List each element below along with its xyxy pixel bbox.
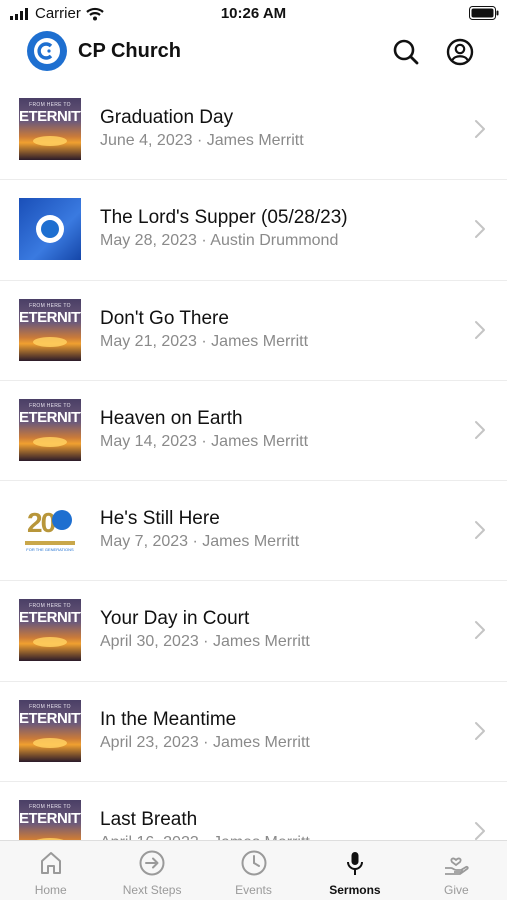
- sermon-meta: April 23, 2023 · James Merritt: [100, 733, 310, 751]
- tab-give-label: Give: [443, 883, 469, 897]
- sermon-row[interactable]: FROM HERE TOETERNITY Don't Go There May 21…: [0, 281, 507, 381]
- tab-events[interactable]: Events: [203, 841, 304, 900]
- sermon-title: He's Still Here: [100, 508, 220, 530]
- home-icon: [40, 852, 61, 874]
- anniversary-subtitle: FOR THE GENERATIONS: [26, 547, 74, 553]
- chevron-right-icon: [475, 220, 485, 239]
- anniversary-number: 20: [27, 507, 56, 539]
- sermon-artwork: FROM HERE TOETERNITY: [19, 699, 81, 762]
- chevron-right-icon: [475, 822, 485, 840]
- battery-icon: [469, 6, 499, 25]
- chevron-right-icon: [475, 621, 485, 640]
- sermon-title: In the Meantime: [100, 708, 237, 730]
- tab-events-label: Events: [235, 883, 272, 897]
- sermon-artwork: FROM HERE TOETERNITY: [19, 599, 81, 662]
- tab-home-label: Home: [34, 883, 67, 897]
- profile-icon[interactable]: [446, 38, 474, 66]
- sermon-meta: May 14, 2023 · James Merritt: [100, 432, 309, 450]
- sermon-row[interactable]: 20 FOR THE GENERATIONS He's Still Here May …: [0, 481, 507, 582]
- church-logo[interactable]: [27, 31, 67, 71]
- app-header: CP Church: [0, 28, 507, 80]
- clock-icon: [241, 850, 267, 876]
- sermon-artwork: FROM HERE TOETERNITY: [19, 298, 81, 361]
- chevron-right-icon: [475, 721, 485, 740]
- sunrise-glow: [33, 136, 67, 146]
- tab-bar: Home Next Steps Events Sermons Give: [0, 840, 507, 900]
- sermon-artwork: 20 FOR THE GENERATIONS: [19, 499, 81, 562]
- tab-home[interactable]: Home: [0, 841, 101, 900]
- artwork-title: ETERNITY: [19, 108, 81, 125]
- app-title: CP Church: [78, 40, 181, 62]
- chevron-right-icon: [475, 420, 485, 439]
- sunrise-glow: [33, 737, 67, 748]
- sermon-artwork: FROM HERE TOETERNITY: [19, 398, 81, 461]
- anniversary-banner: [25, 541, 75, 546]
- sermon-list: FROM HERE TOETERNITY Graduation Day June 4…: [0, 80, 507, 840]
- sermon-row[interactable]: The Lord's Supper (05/28/23) May 28, 2023…: [0, 180, 507, 281]
- anniversary-logo: [52, 510, 72, 531]
- sermon-title: Your Day in Court: [100, 608, 250, 630]
- status-bar: Carrier 10:26 AM: [0, 0, 507, 28]
- chevron-right-icon: [475, 120, 485, 138]
- sermon-title: Heaven on Earth: [100, 407, 243, 429]
- sunrise-glow: [33, 436, 67, 447]
- sermon-row[interactable]: FROM HERE TOETERNITY Your Day in Court Apr…: [0, 581, 507, 682]
- sunrise-glow: [33, 637, 67, 648]
- status-time: 10:26 AM: [220, 5, 287, 22]
- artwork-title: ETERNITY: [19, 609, 81, 627]
- sermon-artwork: FROM HERE TOETERNITY: [19, 800, 81, 840]
- hand-heart-icon: [445, 857, 469, 875]
- microphone-icon: [346, 852, 363, 875]
- sermon-meta: April 30, 2023 · James Merritt: [100, 633, 310, 651]
- sermon-row[interactable]: FROM HERE TOETERNITY In the Meantime April…: [0, 682, 507, 783]
- artwork-title: ETERNITY: [19, 709, 81, 727]
- search-icon[interactable]: [392, 38, 420, 66]
- sunrise-glow: [33, 336, 67, 347]
- logo-c-icon: [37, 42, 53, 60]
- sermon-row[interactable]: FROM HERE TOETERNITY Heaven on Earth May 1…: [0, 381, 507, 482]
- chevron-right-icon: [475, 320, 485, 339]
- sermon-meta: June 4, 2023 · James Merritt: [100, 132, 304, 149]
- sermon-title: Don't Go There: [100, 307, 229, 329]
- arrow-circle-icon: [139, 850, 165, 876]
- sermon-artwork: FROM HERE TOETERNITY: [19, 98, 81, 160]
- sermon-title: The Lord's Supper (05/28/23): [100, 207, 348, 229]
- artwork-title: ETERNITY: [19, 810, 81, 828]
- sermon-meta: May 21, 2023 · James Merritt: [100, 332, 309, 350]
- sermon-meta: May 7, 2023 · James Merritt: [100, 533, 300, 551]
- tab-sermons-label: Sermons: [329, 883, 381, 897]
- tab-next-steps[interactable]: Next Steps: [101, 841, 202, 900]
- chevron-right-icon: [475, 521, 485, 540]
- tab-give[interactable]: Give: [406, 841, 507, 900]
- tab-sermons[interactable]: Sermons: [304, 841, 405, 900]
- sermon-title: Last Breath: [100, 809, 198, 831]
- logo-mark: [34, 38, 60, 64]
- sermon-title: Graduation Day: [100, 107, 234, 128]
- sermon-meta: May 28, 2023 · Austin Drummond: [100, 232, 339, 250]
- sermon-row[interactable]: FROM HERE TOETERNITYLast BreathApril 16,…: [0, 782, 507, 840]
- sermon-row[interactable]: FROM HERE TOETERNITY Graduation Day June 4…: [0, 80, 507, 181]
- artwork-title: ETERNITY: [19, 308, 81, 326]
- sermon-artwork: [19, 198, 81, 261]
- tab-next-steps-label: Next Steps: [122, 883, 182, 897]
- artwork-title: ETERNITY: [19, 408, 81, 426]
